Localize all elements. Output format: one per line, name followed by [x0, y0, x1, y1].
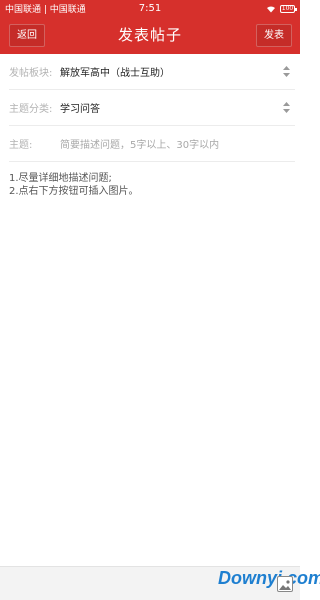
- updown-arrow-icon: [283, 102, 290, 113]
- category-selector[interactable]: 主题分类: 学习问答: [9, 90, 295, 126]
- content-textarea[interactable]: 1.尽量详细地描述问题; 2.点右下方按钮可插入图片。: [9, 172, 289, 198]
- subject-input[interactable]: 简要描述问题，5字以上、30字以内: [60, 136, 295, 151]
- board-label: 发帖板块:: [9, 68, 53, 79]
- board-selector[interactable]: 发帖板块: 解放军高中（战士互助）: [9, 54, 295, 90]
- system-icons: 100: [266, 4, 297, 13]
- category-value: 学习问答: [60, 104, 100, 115]
- content-hint-line: 1.尽量详细地描述问题;: [9, 173, 112, 184]
- board-value: 解放军高中（战士互助）: [60, 68, 170, 79]
- subject-field[interactable]: 主题: 简要描述问题，5字以上、30字以内: [9, 126, 295, 162]
- battery-icon: 100: [280, 4, 297, 13]
- content-hint-line: 2.点右下方按钮可插入图片。: [9, 186, 139, 197]
- carrier-text: 中国联通 | 中国联通: [5, 5, 86, 15]
- page-title: 发表帖子: [117, 26, 182, 44]
- publish-button[interactable]: 发表: [256, 24, 292, 47]
- wifi-icon: [267, 5, 275, 12]
- nav-bar: 发表帖子 返回 发表: [0, 17, 300, 54]
- subject-label: 主题:: [9, 140, 33, 151]
- updown-arrow-icon: [283, 66, 290, 77]
- status-bar: 中国联通 | 中国联通 7:51 100: [0, 0, 300, 17]
- watermark-logo: Downyi.com: [218, 568, 320, 588]
- category-label: 主题分类:: [9, 104, 53, 115]
- image-icon: [279, 580, 291, 590]
- back-button[interactable]: 返回: [9, 24, 45, 47]
- insert-image-button[interactable]: [277, 576, 293, 592]
